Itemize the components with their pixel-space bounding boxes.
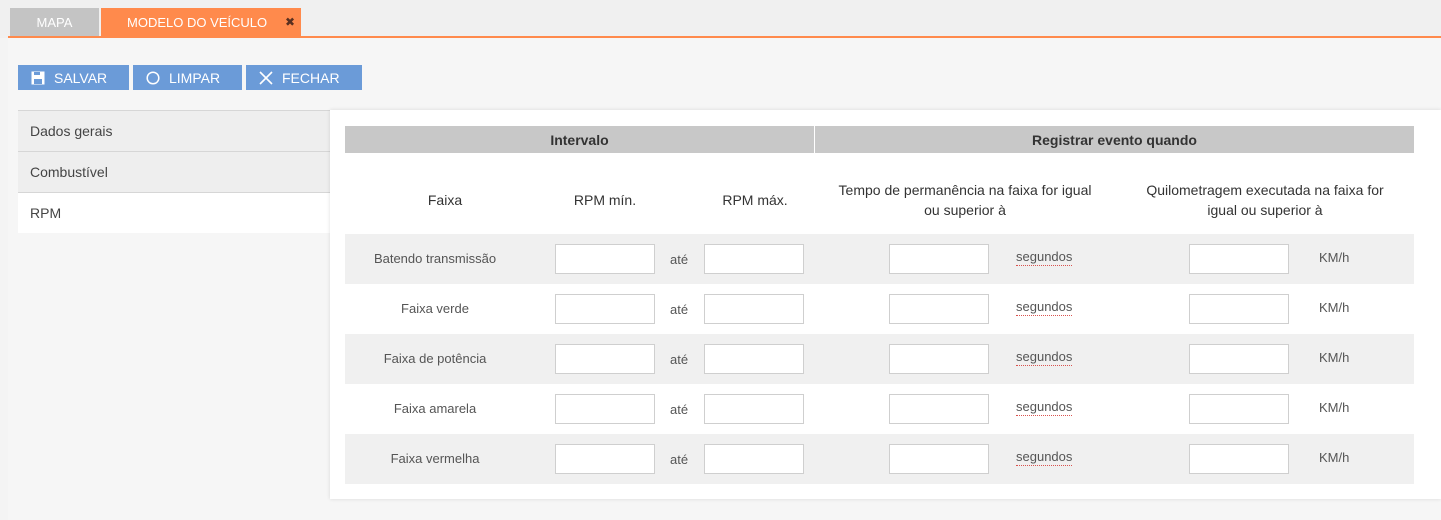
save-button[interactable]: SALVAR xyxy=(18,65,129,90)
tab-label: MODELO DO VEÍCULO xyxy=(127,14,268,30)
close-button[interactable]: FECHAR xyxy=(246,65,362,90)
time-input[interactable] xyxy=(889,444,989,474)
table-row: Faixa amarela até segundos KM/h xyxy=(345,384,1414,434)
close-x-icon xyxy=(258,70,274,86)
time-input[interactable] xyxy=(889,394,989,424)
close-icon[interactable]: ✖ xyxy=(285,15,295,29)
clear-button-label: LIMPAR xyxy=(169,69,221,86)
seconds-unit: segundos xyxy=(1016,349,1073,366)
seconds-unit: segundos xyxy=(1016,449,1073,466)
row-label: Faixa de potência xyxy=(383,351,487,366)
column-header-rpm-max: RPM máx. xyxy=(722,192,788,208)
rpm-max-input[interactable] xyxy=(704,244,804,274)
time-input[interactable] xyxy=(889,244,989,274)
km-input[interactable] xyxy=(1189,244,1289,274)
sidebar-item-combustivel[interactable]: Combustível xyxy=(18,151,330,192)
sidebar-item-dados-gerais[interactable]: Dados gerais xyxy=(18,110,330,151)
sidebar-item-label: Combustível xyxy=(30,164,108,180)
rpm-max-input[interactable] xyxy=(704,294,804,324)
column-header-km: Quilometragem executada na faixa for igu… xyxy=(1146,182,1384,218)
ate-label: até xyxy=(670,252,689,267)
time-input[interactable] xyxy=(889,344,989,374)
interval-group-header: Intervalo xyxy=(345,126,814,153)
ate-label: até xyxy=(670,302,689,317)
table-row: Batendo transmissão até segundos KM/h xyxy=(345,234,1414,284)
circle-icon xyxy=(145,70,161,86)
register-group-header: Registrar evento quando xyxy=(815,126,1414,153)
side-nav: Dados gerais Combustível RPM xyxy=(18,110,330,233)
content-area: SALVAR LIMPAR FECHAR Dados gerais Combus… xyxy=(8,38,1441,520)
km-input[interactable] xyxy=(1189,344,1289,374)
ate-label: até xyxy=(670,402,689,417)
sidebar-item-label: Dados gerais xyxy=(30,123,113,139)
sidebar-item-rpm[interactable]: RPM xyxy=(18,192,330,233)
km-input[interactable] xyxy=(1189,294,1289,324)
rpm-min-input[interactable] xyxy=(555,244,655,274)
column-header-faixa: Faixa xyxy=(427,192,463,208)
rpm-max-input[interactable] xyxy=(704,444,804,474)
rpm-min-input[interactable] xyxy=(555,294,655,324)
rpm-panel: Intervalo Registrar evento quando Faixa … xyxy=(330,110,1441,499)
table-row: Faixa de potência até segundos KM/h xyxy=(345,334,1414,384)
clear-button[interactable]: LIMPAR xyxy=(133,65,242,90)
tab-label: MAPA xyxy=(36,14,73,30)
row-label: Faixa vermelha xyxy=(390,451,480,466)
sidebar-item-label: RPM xyxy=(30,205,62,221)
km-unit: KM/h xyxy=(1319,450,1350,465)
table-row: Faixa vermelha até segundos KM/h xyxy=(345,434,1414,484)
km-unit: KM/h xyxy=(1319,250,1350,265)
rpm-max-input[interactable] xyxy=(704,394,804,424)
column-header-rpm-min: RPM mín. xyxy=(573,192,637,208)
rpm-min-input[interactable] xyxy=(555,394,655,424)
km-input[interactable] xyxy=(1189,444,1289,474)
km-input[interactable] xyxy=(1189,394,1289,424)
time-input[interactable] xyxy=(889,294,989,324)
seconds-unit: segundos xyxy=(1016,299,1073,316)
close-button-label: FECHAR xyxy=(282,69,340,86)
ate-label: até xyxy=(670,352,689,367)
row-label: Faixa amarela xyxy=(393,401,477,416)
tab-mapa[interactable]: MAPA xyxy=(10,8,99,36)
rpm-min-input[interactable] xyxy=(555,344,655,374)
save-icon xyxy=(30,70,46,86)
km-unit: KM/h xyxy=(1319,400,1350,415)
save-button-label: SALVAR xyxy=(54,69,108,86)
row-label: Batendo transmissão xyxy=(373,251,497,266)
tab-bar: MAPA MODELO DO VEÍCULO ✖ xyxy=(0,0,1441,38)
seconds-unit: segundos xyxy=(1016,249,1073,266)
row-label: Faixa verde xyxy=(401,301,469,316)
km-unit: KM/h xyxy=(1319,350,1350,365)
ate-label: até xyxy=(670,452,689,467)
seconds-unit: segundos xyxy=(1016,399,1073,416)
rpm-max-input[interactable] xyxy=(704,344,804,374)
column-header-tempo: Tempo de permanência na faixa for igual … xyxy=(838,182,1092,218)
tab-modelo-do-veiculo[interactable]: MODELO DO VEÍCULO ✖ xyxy=(101,8,301,36)
table-row: Faixa verde até segundos KM/h xyxy=(345,284,1414,334)
km-unit: KM/h xyxy=(1319,300,1350,315)
rpm-min-input[interactable] xyxy=(555,444,655,474)
